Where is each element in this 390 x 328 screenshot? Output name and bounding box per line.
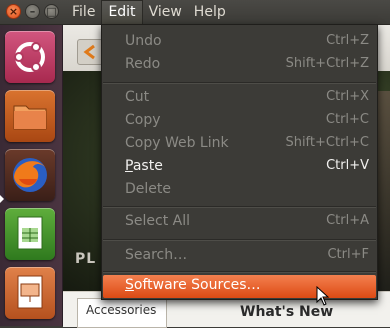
running-indicator	[0, 195, 4, 203]
maximize-window-button[interactable]: □	[44, 4, 59, 19]
top-panel: × – □ File Edit View Help	[0, 0, 390, 25]
menu-item-accel: Ctrl+C	[325, 112, 369, 127]
menu-separator	[103, 82, 376, 84]
menu-item-label: Select All	[125, 213, 190, 229]
mouse-cursor-icon	[316, 286, 330, 306]
menu-separator	[103, 271, 376, 273]
launcher-libreoffice-calc[interactable]	[5, 208, 55, 260]
menu-item-accel: Shift+Ctrl+Z	[285, 56, 369, 71]
menu-item-label: Software Sources…	[125, 277, 261, 293]
category-accessories[interactable]: Accessories	[77, 298, 167, 328]
launcher-dash-button[interactable]	[5, 31, 55, 83]
menu-item-label: Delete	[125, 181, 171, 197]
launcher-home-folder[interactable]	[5, 90, 55, 142]
back-button[interactable]	[77, 39, 103, 65]
banner-text: PL	[75, 251, 97, 267]
menu-item-label: Paste	[125, 158, 163, 174]
whats-new-heading: What's New	[240, 304, 334, 320]
minimize-window-button[interactable]: –	[25, 4, 40, 19]
edit-menu-dropdown: Undo Ctrl+Z Redo Shift+Ctrl+Z Cut Ctrl+X…	[101, 24, 378, 300]
menu-item-label: Undo	[125, 33, 162, 49]
menubar: File Edit View Help	[66, 0, 232, 24]
menu-file[interactable]: File	[66, 0, 101, 24]
label-rest: oftware Sources…	[133, 277, 261, 293]
menu-item-cut[interactable]: Cut Ctrl+X	[102, 87, 377, 109]
menu-item-label: Redo	[125, 56, 161, 72]
menu-item-accel: Ctrl+Z	[326, 33, 369, 48]
menu-help[interactable]: Help	[188, 0, 232, 24]
menu-item-accel: Ctrl+X	[326, 89, 369, 104]
close-window-button[interactable]: ×	[6, 4, 21, 19]
menu-item-copy-web-link[interactable]: Copy Web Link Shift+Ctrl+C	[102, 133, 377, 155]
label-rest: aste	[132, 158, 163, 174]
menu-edit[interactable]: Edit	[101, 0, 143, 24]
menu-item-accel: Ctrl+F	[327, 247, 369, 262]
menu-view[interactable]: View	[143, 0, 188, 24]
menu-item-label: Copy Web Link	[125, 135, 229, 151]
menu-item-label: Cut	[125, 89, 150, 105]
menu-item-select-all[interactable]: Select All Ctrl+A	[102, 211, 377, 233]
menu-item-delete[interactable]: Delete	[102, 179, 377, 201]
presentation-icon	[17, 275, 43, 309]
menu-item-accel: Ctrl+V	[326, 158, 369, 173]
menu-item-accel: Ctrl+A	[326, 213, 369, 228]
folder-icon	[13, 105, 47, 130]
spreadsheet-icon	[17, 216, 43, 250]
menu-item-undo[interactable]: Undo Ctrl+Z	[102, 31, 377, 53]
menu-item-label: Search…	[125, 247, 188, 263]
menu-item-search[interactable]: Search… Ctrl+F	[102, 245, 377, 267]
banner-side-image	[376, 91, 390, 291]
menu-item-label: Copy	[125, 112, 161, 128]
launcher	[0, 25, 63, 326]
menu-item-redo[interactable]: Redo Shift+Ctrl+Z	[102, 54, 377, 76]
menu-item-software-sources[interactable]: Software Sources…	[103, 275, 376, 298]
firefox-icon	[13, 158, 47, 192]
menu-item-paste[interactable]: Paste Ctrl+V	[102, 156, 377, 178]
launcher-firefox[interactable]	[5, 149, 55, 201]
mnemonic: S	[125, 277, 134, 293]
menu-item-copy[interactable]: Copy Ctrl+C	[102, 110, 377, 132]
back-arrow-icon	[83, 44, 95, 60]
mnemonic: P	[125, 158, 133, 174]
menu-separator	[103, 239, 376, 241]
launcher-libreoffice-impress[interactable]	[5, 267, 55, 319]
menu-separator	[103, 206, 376, 208]
menu-item-accel: Shift+Ctrl+C	[285, 135, 369, 150]
ubuntu-logo-icon	[14, 42, 45, 72]
